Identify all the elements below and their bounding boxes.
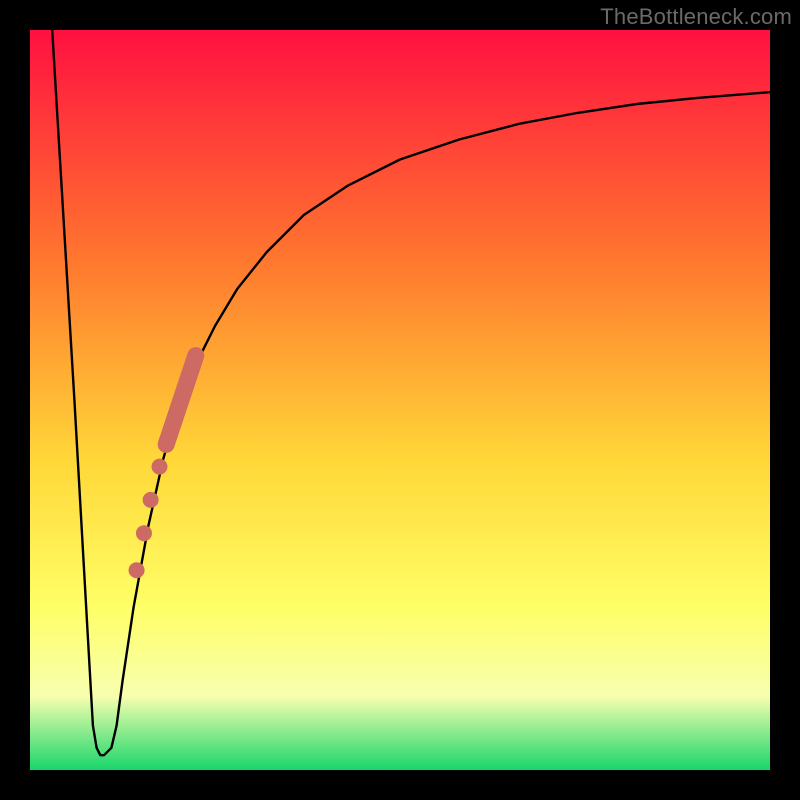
chart-svg: [30, 30, 770, 770]
highlight-dot: [136, 525, 152, 541]
highlight-dot: [129, 562, 145, 578]
chart-frame: TheBottleneck.com: [0, 0, 800, 800]
gradient-background: [30, 30, 770, 770]
highlight-dot: [143, 492, 159, 508]
highlight-dot: [152, 459, 168, 475]
plot-area: [30, 30, 770, 770]
watermark-text: TheBottleneck.com: [600, 4, 792, 30]
